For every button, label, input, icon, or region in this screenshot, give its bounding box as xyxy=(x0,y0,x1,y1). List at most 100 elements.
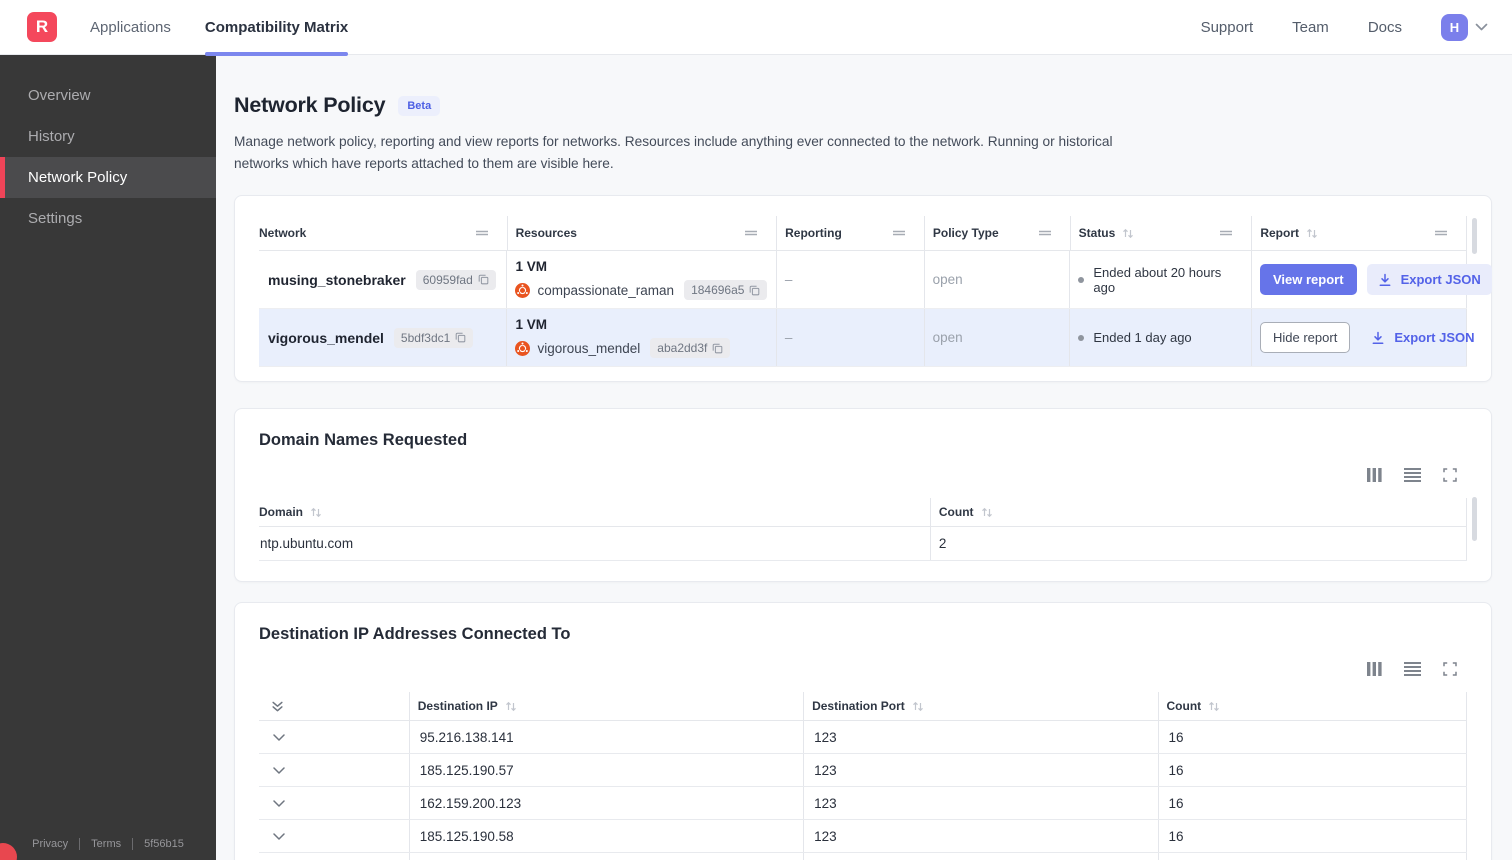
network-row: vigorous_mendel 5bdf3dc1 1 VM vigorous_m… xyxy=(259,308,1475,367)
status-dot-icon xyxy=(1078,334,1085,341)
copy-icon[interactable] xyxy=(749,285,760,296)
drag-handle-icon[interactable] xyxy=(892,229,906,237)
avatar[interactable]: H xyxy=(1441,13,1468,41)
drag-handle-icon[interactable] xyxy=(1038,229,1052,237)
column-header-report[interactable]: Report xyxy=(1251,216,1467,251)
rows-view-icon[interactable] xyxy=(1404,468,1421,483)
sidebar-item-network-policy[interactable]: Network Policy xyxy=(0,157,216,198)
nav-link-docs[interactable]: Docs xyxy=(1368,19,1402,36)
row-expander-chevron-icon[interactable] xyxy=(273,800,285,807)
policy-type-value: open xyxy=(932,330,963,346)
sort-icon[interactable] xyxy=(981,507,993,518)
page-title: Network Policy xyxy=(234,93,386,117)
nav-tab-applications[interactable]: Applications xyxy=(90,0,171,55)
destination-row: 95.216.138.141 123 16 xyxy=(259,721,1467,755)
sort-icon[interactable] xyxy=(912,701,924,712)
count-value: 2 xyxy=(938,536,947,552)
nav-link-support[interactable]: Support xyxy=(1201,19,1254,36)
chevron-down-icon[interactable] xyxy=(1475,23,1488,31)
sort-icon[interactable] xyxy=(1306,228,1318,239)
nav-link-team[interactable]: Team xyxy=(1292,19,1329,36)
drag-handle-icon[interactable] xyxy=(475,229,489,237)
column-header-domain[interactable]: Domain xyxy=(259,498,930,526)
terms-link[interactable]: Terms xyxy=(91,838,121,850)
table-scrollbar-thumb[interactable] xyxy=(1472,218,1477,255)
sort-icon[interactable] xyxy=(310,507,322,518)
column-header-resources[interactable]: Resources xyxy=(506,216,777,251)
destinations-card-title: Destination IP Addresses Connected To xyxy=(259,625,571,644)
destination-port: 123 xyxy=(814,828,837,844)
beta-badge: Beta xyxy=(398,95,441,116)
destination-row: 162.159.200.123 123 16 xyxy=(259,787,1467,821)
drag-handle-icon[interactable] xyxy=(1434,229,1448,237)
download-icon xyxy=(1379,273,1391,286)
sort-icon[interactable] xyxy=(1122,228,1134,239)
export-json-button[interactable]: Export JSON xyxy=(1366,264,1492,296)
destination-ip: 185.125.190.57 xyxy=(419,762,514,778)
count-value: 16 xyxy=(1168,795,1184,811)
drag-handle-icon[interactable] xyxy=(744,229,758,237)
fullscreen-icon[interactable] xyxy=(1443,662,1457,677)
copy-icon[interactable] xyxy=(712,343,723,354)
domain-value: ntp.ubuntu.com xyxy=(260,536,354,552)
ubuntu-icon xyxy=(515,340,531,356)
user-menu[interactable]: H xyxy=(1441,13,1488,41)
nav-tab-compatibility-matrix[interactable]: Compatibility Matrix xyxy=(204,0,349,56)
row-expander-chevron-icon[interactable] xyxy=(273,833,285,840)
domain-row: ntp.ubuntu.com 2 xyxy=(259,527,1467,562)
fullscreen-icon[interactable] xyxy=(1443,468,1457,483)
columns-view-icon[interactable] xyxy=(1367,468,1382,483)
network-row: musing_stonebraker 60959fad 1 VM compass… xyxy=(259,251,1492,309)
columns-view-icon[interactable] xyxy=(1367,662,1382,677)
row-expander-chevron-icon[interactable] xyxy=(273,734,285,741)
domains-card: Domain Names Requested Domain Count ntp.… xyxy=(234,408,1492,583)
column-header-destination-port[interactable]: Destination Port xyxy=(803,692,1157,721)
row-expander-chevron-icon[interactable] xyxy=(273,767,285,774)
column-header-destination-ip[interactable]: Destination IP xyxy=(408,692,803,721)
vm-count: 1 VM xyxy=(515,259,547,275)
domains-table-header: Domain Count xyxy=(259,498,1467,528)
sidebar-item-settings[interactable]: Settings xyxy=(0,198,216,239)
rows-view-icon[interactable] xyxy=(1404,662,1421,677)
column-header-policy-type[interactable]: Policy Type xyxy=(923,216,1070,251)
vm-name: vigorous_mendel xyxy=(537,340,641,356)
column-header-count[interactable]: Count xyxy=(929,498,1467,527)
network-table-card: Network Resources Reporting Policy Type … xyxy=(234,195,1492,383)
sidebar-item-overview[interactable]: Overview xyxy=(0,75,216,116)
destination-row: 185.125.190.57 123 16 xyxy=(259,754,1467,788)
sort-icon[interactable] xyxy=(1208,701,1220,712)
domains-toolbar xyxy=(259,468,1467,483)
vm-id-badge: 184696a5 xyxy=(684,280,768,301)
sidebar-item-history[interactable]: History xyxy=(0,116,216,157)
export-json-button[interactable]: Export JSON xyxy=(1360,322,1485,353)
column-header-reporting[interactable]: Reporting xyxy=(776,216,924,251)
destinations-card: Destination IP Addresses Connected To De… xyxy=(234,602,1492,860)
hide-report-button[interactable]: Hide report xyxy=(1260,322,1351,354)
copy-icon[interactable] xyxy=(478,274,489,285)
column-header-count[interactable]: Count xyxy=(1157,692,1467,721)
network-id-badge: 5bdf3dc1 xyxy=(393,327,474,348)
network-name: musing_stonebraker xyxy=(268,271,406,288)
table-scrollbar-thumb[interactable] xyxy=(1472,497,1477,542)
drag-handle-icon[interactable] xyxy=(1219,229,1233,237)
destination-port: 123 xyxy=(814,762,837,778)
build-hash: 5f56b15 xyxy=(144,838,184,850)
network-id-badge: 60959fad xyxy=(415,269,496,290)
destination-ip: 185.125.190.58 xyxy=(419,828,514,844)
privacy-link[interactable]: Privacy xyxy=(32,838,68,850)
divider xyxy=(79,838,81,850)
column-header-network[interactable]: Network xyxy=(259,216,507,250)
count-value: 16 xyxy=(1168,729,1184,745)
column-header-status[interactable]: Status xyxy=(1069,216,1252,251)
double-chevron-down-icon[interactable] xyxy=(271,700,284,713)
sort-icon[interactable] xyxy=(505,701,517,712)
app-logo[interactable]: R xyxy=(27,12,57,42)
status-dot-icon xyxy=(1078,276,1085,283)
vm-name: compassionate_raman xyxy=(537,282,675,298)
top-navbar: R Applications Compatibility Matrix Supp… xyxy=(0,0,1512,56)
destination-port: 123 xyxy=(814,795,837,811)
destination-row: 95.216.100.21 123 16 xyxy=(259,853,1467,860)
expand-all-header[interactable] xyxy=(259,692,409,720)
view-report-button[interactable]: View report xyxy=(1260,264,1357,296)
copy-icon[interactable] xyxy=(455,332,466,343)
